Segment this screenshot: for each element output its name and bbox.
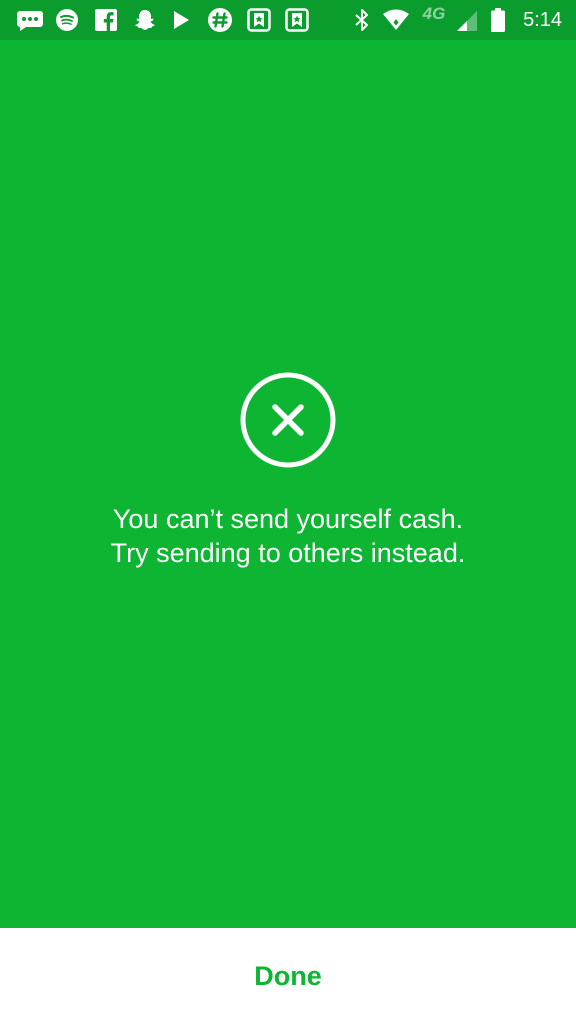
- wifi-icon: [381, 8, 411, 32]
- bookmark-app-icon: [247, 8, 271, 32]
- cell-signal-icon: [455, 8, 479, 32]
- done-button[interactable]: Done: [230, 949, 346, 1004]
- bluetooth-icon: [352, 8, 372, 32]
- slack-icon: [207, 8, 233, 32]
- spotify-icon: [54, 8, 80, 32]
- bottom-bar: Done: [0, 928, 576, 1024]
- status-bar: 4G 5:14: [0, 0, 576, 40]
- error-screen: You can’t send yourself cash. Try sendin…: [0, 40, 576, 928]
- snapchat-icon: [132, 8, 158, 32]
- error-message-line-2: Try sending to others instead.: [110, 538, 466, 568]
- close-circle-icon: [240, 372, 336, 468]
- battery-icon: [490, 8, 506, 32]
- messages-icon: [16, 8, 44, 32]
- play-store-icon: [170, 8, 192, 32]
- network-type-label: 4G: [422, 4, 446, 23]
- bookmark-app-icon: [285, 8, 309, 32]
- error-message: You can’t send yourself cash. Try sendin…: [0, 502, 576, 570]
- facebook-icon: [94, 8, 118, 32]
- error-message-line-1: You can’t send yourself cash.: [112, 504, 464, 534]
- status-bar-clock: 5:14: [523, 9, 562, 31]
